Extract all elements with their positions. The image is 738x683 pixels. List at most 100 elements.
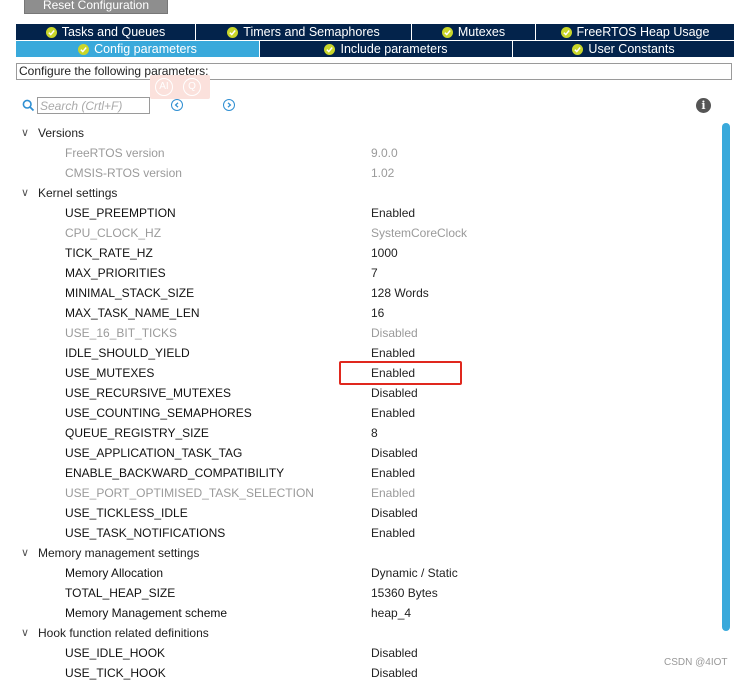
param-value: Disabled (371, 386, 418, 400)
param-row[interactable]: USE_PORT_OPTIMISED_TASK_SELECTION Enabled (0, 483, 720, 503)
param-value: Disabled (371, 446, 418, 460)
param-row[interactable]: FreeRTOS version 9.0.0 (0, 143, 720, 163)
check-icon (441, 26, 453, 38)
param-name: MAX_TASK_NAME_LEN (65, 306, 200, 320)
param-name: CMSIS-RTOS version (65, 166, 182, 180)
param-row[interactable]: Memory Allocation Dynamic / Static (0, 563, 720, 583)
param-row[interactable]: USE_PREEMPTION Enabled (0, 203, 720, 223)
tab-freertos-heap-usage[interactable]: FreeRTOS Heap Usage (535, 24, 734, 40)
tab-label: Timers and Semaphores (243, 25, 380, 39)
param-value: Dynamic / Static (371, 566, 458, 580)
check-icon (572, 43, 584, 55)
description-box: Configure the following parameters: (16, 63, 732, 80)
chevron-down-icon[interactable]: ∨ (21, 123, 29, 143)
param-name: Memory Allocation (65, 566, 164, 580)
vertical-scrollbar[interactable] (722, 123, 730, 631)
chevron-down-icon[interactable]: ∨ (21, 543, 29, 563)
param-row[interactable]: MINIMAL_STACK_SIZE 128 Words (0, 283, 720, 303)
check-icon (324, 43, 336, 55)
reset-configuration-button[interactable]: Reset Configuration (24, 0, 168, 14)
param-row[interactable]: USE_TICKLESS_IDLE Disabled (0, 503, 720, 523)
tab-user-constants[interactable]: User Constants (512, 41, 734, 57)
param-row[interactable]: USE_IDLE_HOOK Disabled (0, 643, 720, 663)
tab-bar-secondary: Config parameters Include parameters Use… (16, 41, 734, 57)
group-kernel-settings[interactable]: ∨ Kernel settings (0, 183, 720, 203)
param-name: USE_IDLE_HOOK (65, 646, 166, 660)
info-icon[interactable]: i (696, 98, 711, 113)
search-input[interactable] (37, 97, 150, 114)
check-icon (78, 43, 90, 55)
tab-label: User Constants (588, 42, 675, 56)
tab-config-parameters[interactable]: Config parameters (16, 41, 259, 57)
param-row[interactable]: CPU_CLOCK_HZ SystemCoreClock (0, 223, 720, 243)
param-value: Disabled (371, 646, 418, 660)
param-row[interactable]: USE_TICK_HOOK Disabled (0, 663, 720, 683)
tab-include-parameters[interactable]: Include parameters (259, 41, 512, 57)
param-row[interactable]: IDLE_SHOULD_YIELD Enabled (0, 343, 720, 363)
param-value: Enabled (371, 486, 416, 500)
param-row[interactable]: ENABLE_BACKWARD_COMPATIBILITY Enabled (0, 463, 720, 483)
param-value: Enabled (371, 406, 416, 420)
group-label: Hook function related definitions (38, 626, 209, 640)
param-name: QUEUE_REGISTRY_SIZE (65, 426, 209, 440)
tab-tasks-and-queues[interactable]: Tasks and Queues (16, 24, 195, 40)
param-value: 9.0.0 (371, 146, 398, 160)
param-row[interactable]: MAX_PRIORITIES 7 (0, 263, 720, 283)
param-name: TICK_RATE_HZ (65, 246, 153, 260)
param-row[interactable]: QUEUE_REGISTRY_SIZE 8 (0, 423, 720, 443)
group-memory-management[interactable]: ∨ Memory management settings (0, 543, 720, 563)
param-name: Memory Management scheme (65, 606, 228, 620)
tab-label: Config parameters (94, 42, 197, 56)
param-value: 7 (371, 266, 378, 280)
group-label: Memory management settings (38, 546, 200, 560)
param-row[interactable]: TOTAL_HEAP_SIZE 15360 Bytes (0, 583, 720, 603)
check-icon (45, 26, 57, 38)
param-value: 128 Words (371, 286, 429, 300)
param-row[interactable]: USE_APPLICATION_TASK_TAG Disabled (0, 443, 720, 463)
param-row[interactable]: MAX_TASK_NAME_LEN 16 (0, 303, 720, 323)
group-versions[interactable]: ∨ Versions (0, 123, 720, 143)
search-previous-button[interactable] (171, 99, 183, 111)
param-name: USE_APPLICATION_TASK_TAG (65, 446, 243, 460)
param-row[interactable]: TICK_RATE_HZ 1000 (0, 243, 720, 263)
param-value: Enabled (371, 466, 416, 480)
param-value: 1000 (371, 246, 398, 260)
param-name: USE_PORT_OPTIMISED_TASK_SELECTION (65, 486, 314, 500)
chevron-right-icon (227, 102, 232, 108)
search-next-button[interactable] (223, 99, 235, 111)
param-value: SystemCoreClock (371, 226, 468, 240)
param-name: CPU_CLOCK_HZ (65, 226, 162, 240)
chevron-down-icon[interactable]: ∨ (21, 183, 29, 203)
param-name: USE_RECURSIVE_MUTEXES (65, 386, 232, 400)
tab-label: Include parameters (340, 42, 448, 56)
chevron-left-icon (174, 102, 179, 108)
tab-timers-and-semaphores[interactable]: Timers and Semaphores (195, 24, 411, 40)
param-name: MINIMAL_STACK_SIZE (65, 286, 195, 300)
param-name: USE_16_BIT_TICKS (65, 326, 178, 340)
param-name: USE_MUTEXES (65, 366, 155, 380)
check-icon (560, 26, 572, 38)
param-name: FreeRTOS version (65, 146, 165, 160)
ai-overlay-badge: AI Q (150, 75, 210, 99)
param-value: Disabled (371, 666, 418, 680)
param-name: ENABLE_BACKWARD_COMPATIBILITY (65, 466, 285, 480)
param-row[interactable]: USE_RECURSIVE_MUTEXES Disabled (0, 383, 720, 403)
param-row[interactable]: USE_16_BIT_TICKS Disabled (0, 323, 720, 343)
param-row[interactable]: Memory Management scheme heap_4 (0, 603, 720, 623)
param-value: 8 (371, 426, 378, 440)
param-row[interactable]: USE_COUNTING_SEMAPHORES Enabled (0, 403, 720, 423)
tab-bar-primary: Tasks and Queues Timers and Semaphores M… (16, 24, 734, 40)
search-icon[interactable] (22, 99, 35, 112)
annotation-highlight-box (339, 361, 462, 385)
check-icon (227, 26, 239, 38)
tab-mutexes[interactable]: Mutexes (411, 24, 535, 40)
param-row[interactable]: USE_TASK_NOTIFICATIONS Enabled (0, 523, 720, 543)
tab-label: Mutexes (457, 25, 506, 39)
param-value: Enabled (371, 526, 416, 540)
chevron-down-icon[interactable]: ∨ (21, 623, 29, 643)
param-value: heap_4 (371, 606, 412, 620)
group-label: Kernel settings (38, 186, 118, 200)
group-hook-functions[interactable]: ∨ Hook function related definitions (0, 623, 720, 643)
param-row[interactable]: CMSIS-RTOS version 1.02 (0, 163, 720, 183)
ai-badge-right: Q (183, 78, 201, 96)
